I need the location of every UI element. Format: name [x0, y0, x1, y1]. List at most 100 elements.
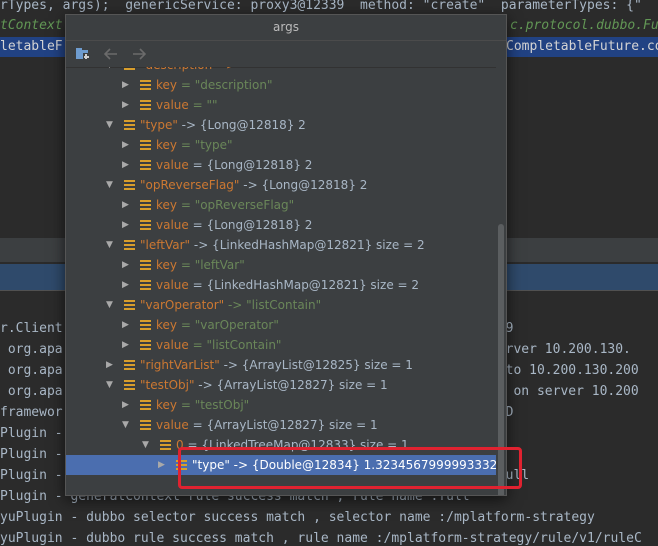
- tree-row-label: value = {ArrayList@12827} size = 1: [156, 415, 378, 435]
- tree-row-value: -> {ArrayList@12825} size = 1: [219, 358, 413, 372]
- field-icon: [140, 320, 151, 330]
- forward-arrow-icon[interactable]: [130, 45, 148, 63]
- tree-row[interactable]: ▶ value = {Long@12818} 2: [66, 155, 496, 175]
- expand-down-icon[interactable]: ▼: [142, 435, 152, 455]
- tree-row-key: value: [156, 98, 189, 112]
- tree-row-label: key = "description": [156, 75, 272, 95]
- expand-down-icon[interactable]: ▼: [106, 295, 116, 315]
- expand-right-icon[interactable]: ▶: [122, 155, 132, 175]
- tree-row-key: key: [156, 318, 178, 332]
- tree-row-key: key: [156, 78, 178, 92]
- expand-down-icon[interactable]: ▼: [106, 375, 116, 395]
- tree-row[interactable]: ▼ "varOperator" -> "listContain": [66, 295, 496, 315]
- tree-row-value: = "type": [177, 138, 233, 152]
- tree-row-value: -> {Long@12818} 2: [177, 118, 306, 132]
- tree-row-label: key = "type": [156, 135, 233, 155]
- tree-row[interactable]: ▶ key = "testObj": [66, 395, 496, 415]
- expand-right-icon[interactable]: ▶: [158, 455, 168, 475]
- tree-row-label: key = "varOperator": [156, 315, 279, 335]
- expand-right-icon[interactable]: ▶: [122, 335, 132, 355]
- back-arrow-icon[interactable]: [102, 45, 120, 63]
- expand-down-icon[interactable]: ▼: [106, 115, 116, 135]
- field-icon: [140, 340, 151, 350]
- tree-row[interactable]: ▶ key = "type": [66, 135, 496, 155]
- tree-row[interactable]: ▼ value = {ArrayList@12827} size = 1: [66, 415, 496, 435]
- tree-row[interactable]: ▶ value = "": [66, 95, 496, 115]
- expand-down-icon[interactable]: ▼: [106, 175, 116, 195]
- field-icon: [124, 67, 135, 70]
- expand-right-icon[interactable]: ▶: [122, 75, 132, 95]
- tree-row[interactable]: ▶ value = "listContain": [66, 335, 496, 355]
- field-icon: [124, 300, 135, 310]
- tree-row-value: = {LinkedHashMap@12821} size = 2: [188, 278, 420, 292]
- popup-title: args: [66, 15, 506, 41]
- tree-row-key: key: [156, 398, 178, 412]
- field-icon: [140, 400, 151, 410]
- expand-right-icon[interactable]: ▶: [122, 215, 132, 235]
- expand-right-icon[interactable]: ▶: [122, 395, 132, 415]
- field-icon: [140, 80, 151, 90]
- console-line: yuPlugin - dubbo rule success match , ru…: [0, 528, 658, 546]
- popup-toolbar: [66, 41, 506, 68]
- tree-row-key: "testObj": [140, 378, 195, 392]
- tree-row-value: = "testObj": [177, 398, 250, 412]
- console-line-text: Plugin -: [0, 447, 63, 462]
- expand-right-icon[interactable]: ▶: [122, 135, 132, 155]
- expand-down-icon[interactable]: ▼: [122, 415, 132, 435]
- tree-row-value: = "leftVar": [177, 258, 245, 272]
- expand-right-icon[interactable]: ▶: [122, 95, 132, 115]
- tree-row[interactable]: ▼ "testObj" -> {ArrayList@12827} size = 1: [66, 375, 496, 395]
- tree-row-value: -> "listContain": [224, 298, 322, 312]
- expand-right-icon[interactable]: ▶: [122, 195, 132, 215]
- tree-row-value: = {ArrayList@12827} size = 1: [188, 418, 378, 432]
- field-icon: [140, 200, 151, 210]
- expand-right-icon[interactable]: ▶: [106, 355, 116, 375]
- tree-row-key: "opReverseFlag": [140, 178, 240, 192]
- console-line-tail: te on server 10.200: [490, 384, 639, 399]
- console-line-text: Plugin -: [0, 468, 63, 483]
- tree-row[interactable]: ▶ value = {LinkedHashMap@12821} size = 2: [66, 275, 496, 295]
- tree-row[interactable]: ▶ key = "leftVar": [66, 255, 496, 275]
- tree-row-label: value = {LinkedHashMap@12821} size = 2: [156, 275, 419, 295]
- tree-row-key: "varOperator": [140, 298, 225, 312]
- tree-row[interactable]: ▶ key = "opReverseFlag": [66, 195, 496, 215]
- tree-row-value: = "varOperator": [177, 318, 279, 332]
- expand-down-icon[interactable]: ▼: [106, 67, 116, 75]
- expand-right-icon[interactable]: ▶: [122, 275, 132, 295]
- tree-row[interactable]: ▶ "rightVarList" -> {ArrayList@12825} siz…: [66, 355, 496, 375]
- field-icon: [140, 220, 151, 230]
- console-line-tail: d to 10.200.130.200: [490, 363, 639, 378]
- tree-row[interactable]: ▼ "opReverseFlag" -> {Long@12818} 2: [66, 175, 496, 195]
- tree-row-key: key: [156, 138, 178, 152]
- tree-row-label: key = "opReverseFlag": [156, 195, 294, 215]
- tree-row[interactable]: ▶ key = "description": [66, 75, 496, 95]
- tree-row-key: value: [156, 218, 189, 232]
- expand-right-icon[interactable]: ▶: [122, 255, 132, 275]
- console-line-text: org.apa: [0, 363, 63, 378]
- tree-row[interactable]: ▶ value = {Long@12818} 2: [66, 215, 496, 235]
- field-icon: [140, 260, 151, 270]
- scrollbar[interactable]: [496, 67, 506, 495]
- args-popup[interactable]: args ▼ "description" -> ▶ key = "descriptio…: [65, 14, 507, 496]
- tree-row-key: "leftVar": [140, 238, 191, 252]
- tree-row-key: "type": [140, 118, 178, 132]
- tree-row[interactable]: ▼ "description" ->: [66, 67, 496, 75]
- tree-row-key: value: [156, 158, 189, 172]
- tree-row-key: key: [156, 198, 178, 212]
- tree-row-value: = "": [188, 98, 218, 112]
- red-annotation-box: [178, 447, 522, 489]
- tree-row[interactable]: ▼ "leftVar" -> {LinkedHashMap@12821} size…: [66, 235, 496, 255]
- tree-row-label: key = "testObj": [156, 395, 249, 415]
- tree-row[interactable]: ▶ key = "varOperator": [66, 315, 496, 335]
- add-to-watches-icon[interactable]: [74, 45, 92, 63]
- tree-row-label: value = "listContain": [156, 335, 281, 355]
- tree-row-key: value: [156, 418, 189, 432]
- expand-right-icon[interactable]: ▶: [122, 315, 132, 335]
- variables-tree[interactable]: ▼ "description" -> ▶ key = "description" ▶ va…: [66, 67, 496, 495]
- expand-down-icon[interactable]: ▼: [106, 235, 116, 255]
- tree-row[interactable]: ▼ "type" -> {Long@12818} 2: [66, 115, 496, 135]
- tree-row-key: value: [156, 338, 189, 352]
- field-icon: [140, 100, 151, 110]
- tree-row-value: -> {Long@12818} 2: [239, 178, 368, 192]
- tree-row-key: key: [156, 258, 178, 272]
